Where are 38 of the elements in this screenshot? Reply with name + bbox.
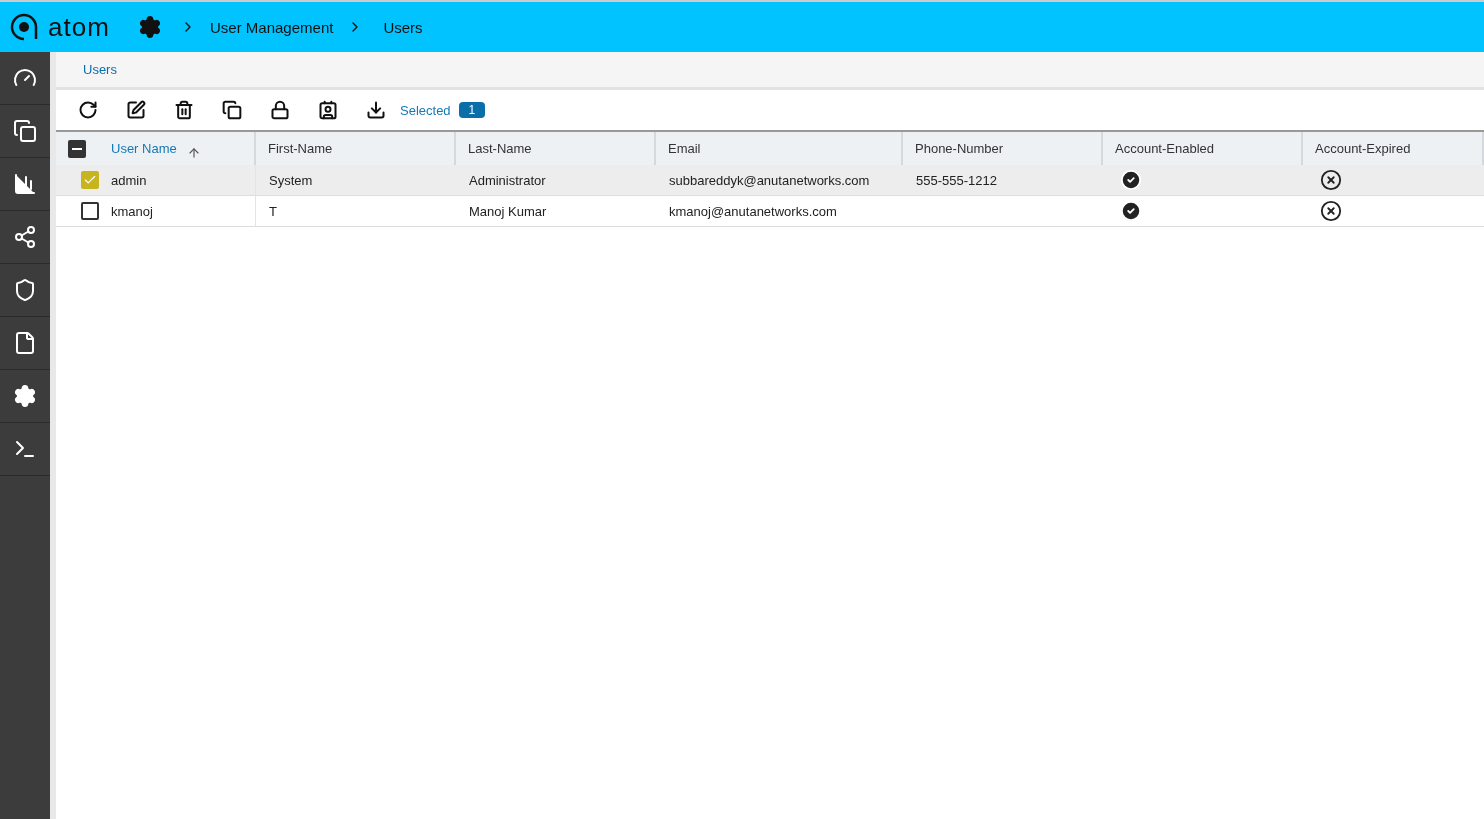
page-tab[interactable]: Users: [83, 62, 117, 77]
selected-label: Selected: [400, 102, 451, 118]
checkbox[interactable]: [81, 202, 99, 220]
copy-icon: [222, 100, 242, 120]
table-cell: Administrator: [456, 165, 656, 196]
lock-icon: [270, 100, 290, 120]
badge-icon: [318, 100, 338, 120]
table-cell: subbareddyk@anutanetworks.com: [656, 165, 903, 196]
download-icon: [366, 100, 386, 120]
column-header[interactable]: Phone-Number: [903, 132, 1103, 165]
check-icon: [83, 173, 97, 187]
checkbox[interactable]: [68, 139, 86, 158]
logo-text: atom: [48, 11, 110, 43]
file-icon: [13, 331, 37, 355]
column-header[interactable]: Email: [656, 132, 903, 165]
breadcrumb-item[interactable]: User Management: [210, 18, 334, 36]
settings-icon: [13, 384, 37, 408]
table-cell: 555-555-1212: [903, 165, 1103, 196]
breadcrumb-item[interactable]: Users: [383, 18, 423, 36]
column-header[interactable]: User Name: [101, 132, 256, 165]
table-cell: System: [256, 165, 456, 196]
edit-icon: [126, 100, 146, 120]
logo-icon: [10, 13, 38, 41]
column-header[interactable]: Last-Name: [456, 132, 656, 165]
checkbox[interactable]: [81, 171, 99, 189]
refresh-icon: [78, 100, 98, 120]
delete-icon: [174, 100, 194, 120]
shield-icon: [13, 278, 37, 302]
minus-icon: [72, 147, 82, 150]
column-header[interactable]: First-Name: [256, 132, 456, 165]
column-header[interactable]: Account-Expired: [1303, 132, 1484, 165]
table-cell: kmanoj: [101, 196, 256, 227]
column-header[interactable]: Account-Enabled: [1103, 132, 1303, 165]
cards-icon: [13, 119, 37, 143]
network-icon: [13, 225, 37, 249]
settings-icon[interactable]: [138, 15, 162, 39]
table-cell: admin: [101, 165, 256, 196]
selected-count: 1: [458, 102, 486, 118]
